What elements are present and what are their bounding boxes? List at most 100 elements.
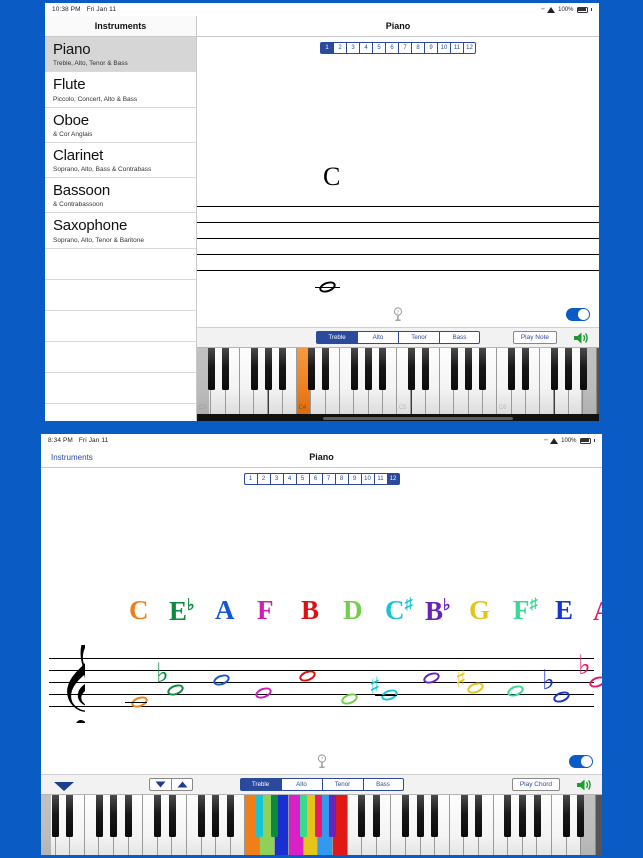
clef-treble[interactable]: Treble: [239, 778, 281, 791]
piano-black-key[interactable]: [264, 348, 272, 390]
piano-black-key[interactable]: [279, 348, 287, 390]
segment-4[interactable]: 4: [282, 473, 296, 485]
piano-keyboard-top[interactable]: C3 C4 C5 C6: [197, 348, 599, 421]
piano-black-key[interactable]: [416, 795, 424, 837]
clef-tenor[interactable]: Tenor: [321, 778, 363, 791]
speaker-icon[interactable]: [576, 778, 593, 792]
clef-tenor[interactable]: Tenor: [398, 331, 439, 344]
piano-black-key[interactable]: [522, 348, 530, 390]
piano-black-key[interactable]: [358, 795, 366, 837]
piano-black-key[interactable]: [270, 795, 278, 837]
piano-black-key[interactable]: [322, 348, 330, 390]
piano-black-key[interactable]: [95, 795, 103, 837]
piano-black-key[interactable]: [577, 795, 585, 837]
piano-black-key[interactable]: [300, 795, 307, 837]
segment-1[interactable]: 1: [320, 42, 333, 54]
segment-9[interactable]: 9: [347, 473, 361, 485]
clef-bass[interactable]: Bass: [439, 331, 480, 344]
segment-4[interactable]: 4: [359, 42, 372, 54]
piano-black-key[interactable]: [519, 795, 526, 837]
piano-black-key[interactable]: [407, 348, 415, 390]
segment-10[interactable]: 10: [437, 42, 450, 54]
piano-black-key[interactable]: [154, 795, 161, 837]
piano-black-key[interactable]: [460, 795, 468, 837]
segment-5[interactable]: 5: [372, 42, 385, 54]
music-staff-top[interactable]: C: [197, 54, 599, 302]
piano-black-key[interactable]: [565, 348, 573, 390]
segment-8[interactable]: 8: [411, 42, 424, 54]
piano-black-key[interactable]: [533, 795, 541, 837]
sidebar-item-bassoon[interactable]: Bassoon & Contrabassoon: [45, 178, 196, 214]
segment-8[interactable]: 8: [334, 473, 348, 485]
arrow-up-icon[interactable]: [171, 778, 193, 791]
piano-black-key[interactable]: [373, 795, 380, 837]
segment-1[interactable]: 1: [243, 473, 257, 485]
note-count-segmented-top[interactable]: 1 2 3 4 5 6 7 8 9 10 11 12: [320, 42, 476, 54]
whole-note[interactable]: [253, 685, 274, 701]
piano-black-key[interactable]: [465, 348, 473, 390]
clef-treble[interactable]: Treble: [316, 331, 357, 344]
note-count-segmented-bottom[interactable]: 1 2 3 4 5 6 7 8 9 10 11 12: [243, 473, 400, 485]
piano-black-key[interactable]: [504, 795, 512, 837]
chevron-down-icon[interactable]: [53, 779, 75, 791]
sidebar-item-flute[interactable]: Flute Piccolo, Concert, Alto & Bass: [45, 72, 196, 108]
piano-black-key[interactable]: [450, 348, 458, 390]
piano-black-key[interactable]: [256, 795, 264, 837]
piano-black-key[interactable]: [66, 795, 74, 837]
segment-10[interactable]: 10: [360, 473, 374, 485]
segment-3[interactable]: 3: [346, 42, 359, 54]
piano-black-key[interactable]: [431, 795, 439, 837]
whole-note[interactable]: [317, 279, 338, 295]
piano-black-key[interactable]: [475, 795, 483, 837]
piano-black-key[interactable]: [479, 348, 487, 390]
piano-keyboard-bottom[interactable]: C2 C3 C4 C5 C6: [41, 795, 602, 855]
clef-selector-top[interactable]: Treble Alto Tenor Bass: [316, 331, 480, 344]
whole-note[interactable]: [211, 672, 232, 688]
piano-black-key[interactable]: [402, 795, 410, 837]
piano-black-key[interactable]: [168, 795, 176, 837]
piano-black-key[interactable]: [222, 348, 229, 390]
arrow-down-icon[interactable]: [149, 778, 171, 791]
piano-black-key[interactable]: [314, 795, 322, 837]
piano-black-key[interactable]: [227, 795, 234, 837]
piano-black-key[interactable]: [329, 795, 337, 837]
segment-7[interactable]: 7: [321, 473, 335, 485]
speaker-icon[interactable]: [573, 331, 590, 345]
sound-toggle-top[interactable]: [566, 308, 590, 321]
clef-alto[interactable]: Alto: [280, 778, 322, 791]
play-note-button[interactable]: Play Note: [512, 331, 557, 344]
back-button-instruments[interactable]: Instruments: [51, 453, 93, 462]
segment-7[interactable]: 7: [398, 42, 411, 54]
clef-bass[interactable]: Bass: [362, 778, 404, 791]
piano-black-key[interactable]: [307, 348, 315, 390]
piano-black-key[interactable]: [250, 348, 258, 390]
piano-black-key[interactable]: [579, 348, 587, 390]
segment-3[interactable]: 3: [269, 473, 283, 485]
music-staff-bottom[interactable]: CE♭AFBDC♯B♭GF♯EA♭ 𝄞 ♭♯♯♭♭: [41, 485, 602, 749]
segment-11[interactable]: 11: [373, 473, 387, 485]
sidebar-item-oboe[interactable]: Oboe & Cor Anglais: [45, 108, 196, 143]
segment-6[interactable]: 6: [385, 42, 398, 54]
piano-black-key[interactable]: [110, 795, 118, 837]
piano-black-key[interactable]: [124, 795, 132, 837]
piano-black-key[interactable]: [350, 348, 358, 390]
octave-arrow-group[interactable]: [149, 778, 193, 791]
question-mark-icon[interactable]: ?: [392, 307, 404, 322]
sidebar-item-piano[interactable]: Piano Treble, Alto, Tenor & Bass: [45, 37, 196, 73]
piano-black-key[interactable]: [562, 795, 570, 837]
play-chord-button[interactable]: Play Chord: [511, 778, 560, 791]
piano-black-key[interactable]: [508, 348, 515, 390]
segment-9[interactable]: 9: [424, 42, 437, 54]
piano-black-key[interactable]: [422, 348, 430, 390]
segment-5[interactable]: 5: [295, 473, 309, 485]
piano-black-key[interactable]: [365, 348, 372, 390]
sidebar-item-saxophone[interactable]: Saxophone Soprano, Alto, Tenor & Bariton…: [45, 213, 196, 249]
piano-black-key[interactable]: [197, 795, 205, 837]
clef-selector-bottom[interactable]: Treble Alto Tenor Bass: [239, 778, 404, 791]
segment-2[interactable]: 2: [333, 42, 346, 54]
question-mark-icon[interactable]: ?: [316, 754, 328, 769]
segment-2[interactable]: 2: [256, 473, 270, 485]
sidebar-item-clarinet[interactable]: Clarinet Soprano, Alto, Bass & Contrabas…: [45, 143, 196, 178]
piano-black-key[interactable]: [51, 795, 59, 837]
piano-black-key[interactable]: [207, 348, 215, 390]
